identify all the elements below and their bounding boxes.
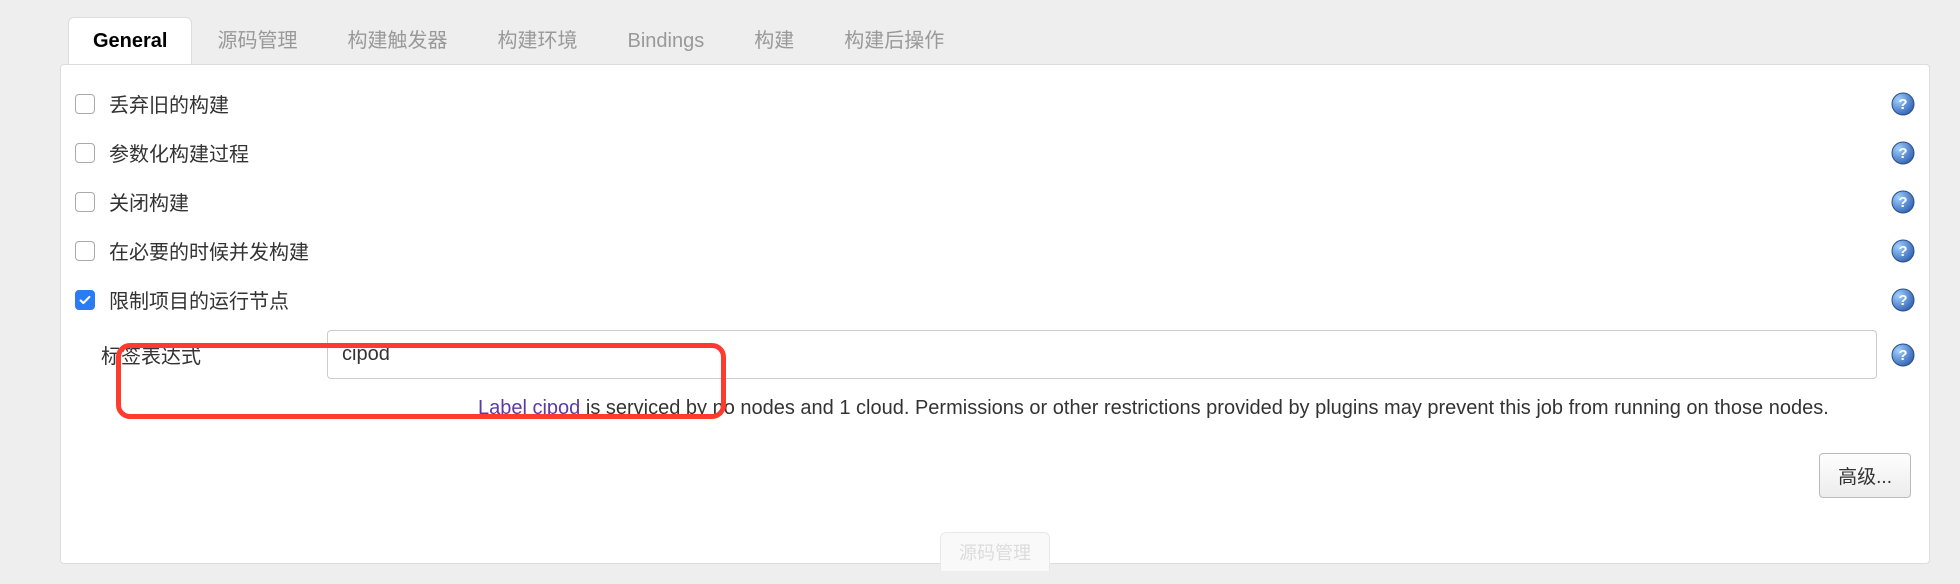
checkbox-concurrent-build[interactable] xyxy=(75,241,95,261)
svg-text:?: ? xyxy=(1898,194,1907,211)
tab-scm[interactable]: 源码管理 xyxy=(192,11,322,65)
section-anchor-scm[interactable]: 源码管理 xyxy=(940,532,1050,571)
label-expression-input[interactable] xyxy=(327,330,1877,379)
option-restrict-node: 限制项目的运行节点 ? xyxy=(71,275,1919,324)
label-link[interactable]: Label cipod xyxy=(478,397,580,419)
advanced-button[interactable]: 高级... xyxy=(1819,453,1911,498)
checkbox-disable-build[interactable] xyxy=(75,192,95,212)
checkbox-discard-old-builds[interactable] xyxy=(75,94,95,114)
option-label: 丢弃旧的构建 xyxy=(109,89,229,118)
help-icon[interactable]: ? xyxy=(1891,343,1915,367)
tab-triggers[interactable]: 构建触发器 xyxy=(322,11,472,65)
help-icon[interactable]: ? xyxy=(1891,92,1915,116)
tab-postbuild[interactable]: 构建后操作 xyxy=(819,11,969,65)
svg-text:?: ? xyxy=(1898,292,1907,309)
help-icon[interactable]: ? xyxy=(1891,141,1915,165)
checkbox-restrict-node[interactable] xyxy=(75,290,95,310)
label-expression-label: 标签表达式 xyxy=(101,340,313,369)
option-parameterized: 参数化构建过程 ? xyxy=(71,128,1919,177)
hint-text: is serviced by no nodes and 1 cloud. Per… xyxy=(580,397,1828,419)
help-icon[interactable]: ? xyxy=(1891,288,1915,312)
tab-bindings[interactable]: Bindings xyxy=(602,17,729,65)
tab-env[interactable]: 构建环境 xyxy=(472,11,602,65)
option-discard-old-builds: 丢弃旧的构建 ? xyxy=(71,79,1919,128)
tab-general[interactable]: General xyxy=(68,17,192,65)
svg-text:?: ? xyxy=(1898,347,1907,364)
help-icon[interactable]: ? xyxy=(1891,190,1915,214)
label-expression-row: 标签表达式 ? xyxy=(71,324,1919,385)
option-label: 限制项目的运行节点 xyxy=(109,285,289,314)
svg-text:?: ? xyxy=(1898,243,1907,260)
option-label: 在必要的时候并发构建 xyxy=(109,236,309,265)
svg-text:?: ? xyxy=(1898,96,1907,113)
svg-text:?: ? xyxy=(1898,145,1907,162)
option-label: 关闭构建 xyxy=(109,187,189,216)
option-concurrent-build: 在必要的时候并发构建 ? xyxy=(71,226,1919,275)
tab-build[interactable]: 构建 xyxy=(729,11,819,65)
option-label: 参数化构建过程 xyxy=(109,138,249,167)
help-icon[interactable]: ? xyxy=(1891,239,1915,263)
general-panel: 丢弃旧的构建 ? 参数化构建过程 ? 关闭构建 ? xyxy=(60,64,1930,564)
checkbox-parameterized[interactable] xyxy=(75,143,95,163)
label-expression-hint: Label cipod is serviced by no nodes and … xyxy=(71,385,1901,431)
config-tabs: General 源码管理 构建触发器 构建环境 Bindings 构建 构建后操… xyxy=(68,10,1930,64)
option-disable-build: 关闭构建 ? xyxy=(71,177,1919,226)
